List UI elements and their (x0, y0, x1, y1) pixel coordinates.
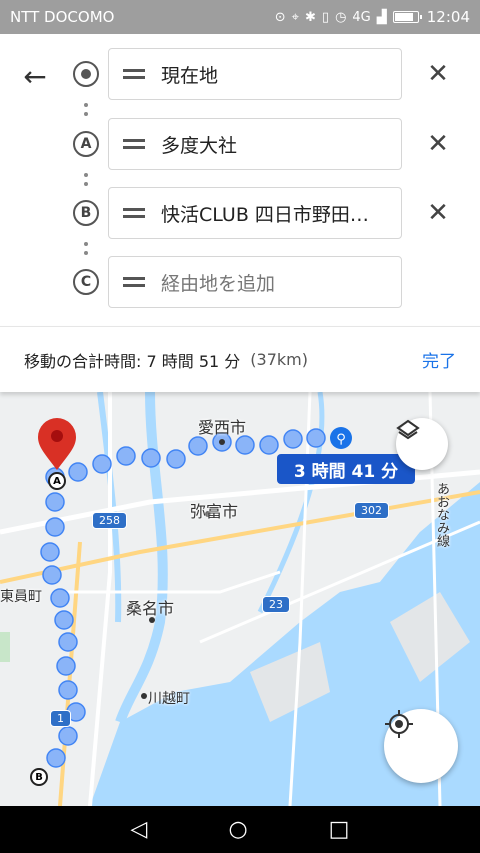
network-type: 4G (352, 9, 371, 25)
bluetooth-icon: ✱ (305, 9, 316, 25)
add-stop-field[interactable]: 経由地を追加 (108, 256, 402, 308)
drag-handle-icon[interactable] (123, 69, 145, 79)
stop-a-field[interactable]: 多度大社 (108, 118, 402, 170)
done-button[interactable]: 完了 (422, 347, 456, 372)
road-badge: 258 (92, 512, 127, 529)
triangle-back-icon[interactable]: ◁ (131, 817, 148, 842)
remove-origin-close-icon[interactable]: ✕ (422, 58, 454, 90)
river (115, 392, 168, 724)
location-icon: ⌖ (291, 9, 299, 25)
layers-button[interactable] (396, 418, 448, 470)
status-bar: NTT DOCOMO ⊙ ⌖ ✱ ▯ ◷ 4G ▟ 12:04 (0, 0, 480, 34)
origin-text: 現在地 (161, 64, 219, 87)
battery-icon (392, 11, 422, 23)
signal-icon: ▟ (376, 9, 387, 25)
svg-text:⚲: ⚲ (336, 432, 346, 447)
circle-home-icon[interactable]: ○ (228, 817, 247, 842)
add-stop-placeholder: 経由地を追加 (161, 272, 276, 295)
alarm-icon: ◷ (335, 9, 347, 25)
vibrate-icon: ▯ (321, 9, 330, 25)
layers-icon (396, 419, 420, 440)
status-icons: ⊙ ⌖ ✱ ▯ ◷ 4G ▟ (274, 9, 422, 25)
total-distance: (37km) (250, 350, 308, 369)
park-area (0, 632, 10, 662)
my-location-icon (385, 710, 413, 738)
place-label: 弥富市 (190, 502, 239, 521)
nfc-icon: ⊙ (274, 9, 286, 25)
origin-field[interactable]: 現在地 (108, 48, 402, 100)
road-badge: 23 (262, 596, 290, 613)
remove-stop-b-close-icon[interactable]: ✕ (422, 197, 454, 229)
my-location-button[interactable] (384, 709, 458, 783)
carrier-name: NTT DOCOMO (10, 8, 115, 26)
stop-b-field[interactable]: 快活CLUB 四日市野田… (108, 187, 402, 239)
stop-a-text: 多度大社 (161, 134, 238, 157)
town-dot (219, 439, 225, 445)
river (257, 392, 325, 614)
drag-handle-icon[interactable] (123, 208, 145, 218)
pin-center (51, 430, 63, 442)
system-nav-bar: ◁ ○ □ (0, 806, 480, 853)
place-label: 東員町 (0, 589, 42, 605)
total-time-label: 移動の合計時間: 7 時間 51 分 (24, 351, 241, 371)
stop-b-text: 快活CLUB 四日市野田… (161, 203, 369, 226)
road-badge: 1 (50, 710, 71, 727)
trip-summary: 移動の合計時間: 7 時間 51 分 (37km) 完了 (0, 326, 480, 392)
road (60, 570, 281, 594)
stop-c-marker: C (73, 269, 99, 295)
road-badge: 302 (354, 502, 389, 519)
drag-handle-icon[interactable] (123, 139, 145, 149)
directions-panel: ← 現在地 ✕ A 多度大社 ✕ B 快活CLUB 四日市野田… ✕ C 経由地… (0, 34, 480, 324)
destination-pin (38, 418, 76, 470)
map-view[interactable]: ⚲ A B 愛西市 弥富市 桑名市 川越町 東員町 あおなみ線 258 302 … (0, 392, 480, 806)
stop-b-row: B 快活CLUB 四日市野田… ✕ (0, 187, 480, 239)
marker-b[interactable]: B (30, 768, 48, 786)
stop-a-marker: A (73, 131, 99, 157)
remove-stop-a-close-icon[interactable]: ✕ (422, 128, 454, 160)
add-stop-row: C 経由地を追加 (0, 256, 480, 308)
town-dot (141, 693, 147, 699)
clock: 12:04 (426, 8, 470, 26)
route-time-label[interactable]: 3 時間 41 分 (277, 454, 415, 484)
place-label: あおなみ線 (434, 482, 449, 547)
place-label: 川越町 (148, 691, 190, 707)
marker-a[interactable]: A (48, 472, 66, 490)
square-recents-icon[interactable]: □ (329, 817, 350, 842)
stop-a-row: A 多度大社 ✕ (0, 118, 480, 170)
place-label: 愛西市 (198, 418, 247, 437)
drag-handle-icon[interactable] (123, 277, 145, 287)
current-location-icon (73, 61, 99, 87)
origin-row: 現在地 ✕ (0, 48, 480, 100)
place-label: 桑名市 (126, 599, 175, 618)
battery-level (394, 13, 413, 21)
stop-b-marker: B (73, 200, 99, 226)
